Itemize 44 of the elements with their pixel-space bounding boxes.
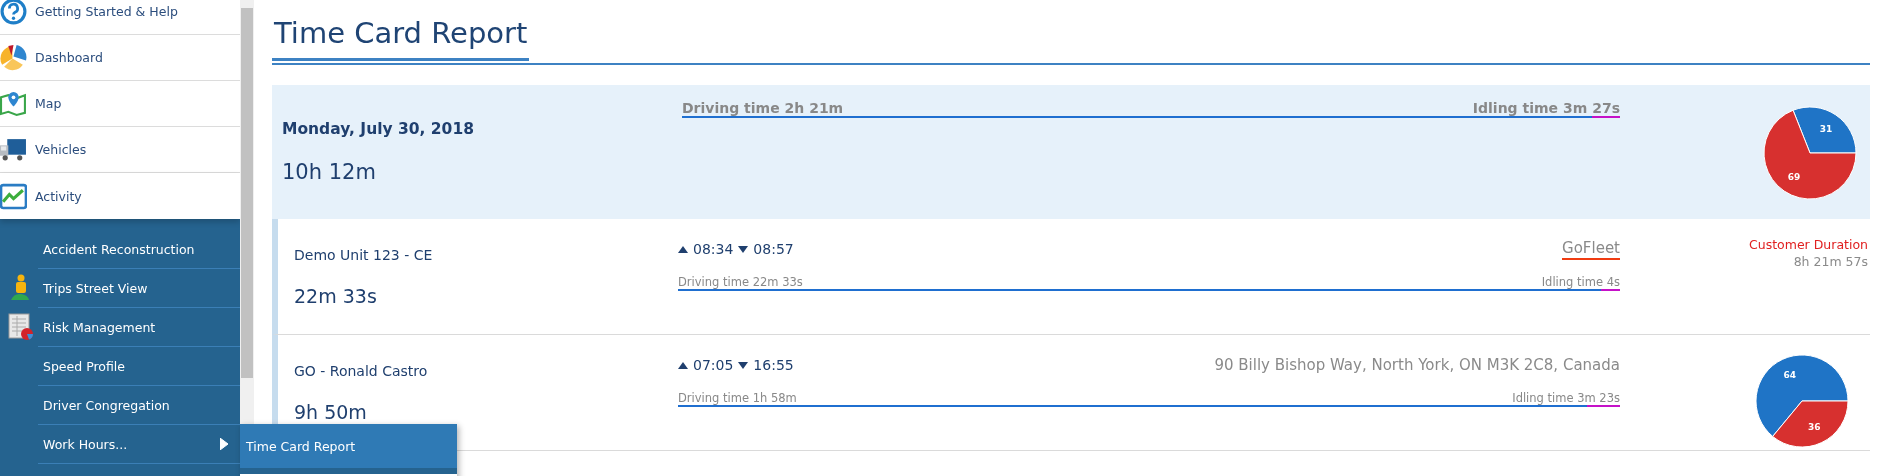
customer-duration-label: Customer Duration — [1749, 237, 1868, 252]
driver-name: GO - Ronald Castro — [294, 363, 429, 379]
idling-time: Idling time 4s — [1541, 275, 1620, 289]
sidebar-item[interactable]: Activity — [0, 173, 240, 219]
map-icon — [0, 90, 27, 117]
idling-time: Idling time 3m 27s — [1472, 100, 1620, 116]
location: 90 Billy Bishop Way, North York, ON M3K 2C8, Canada — [1214, 356, 1620, 374]
driving-time: Driving time 22m 33s — [678, 275, 803, 289]
driving-time: Driving time 2h 21m — [682, 100, 844, 116]
scrollbar-thumb[interactable] — [241, 8, 253, 378]
trip-row[interactable]: Demo Unit 123 - CE 22m 33s 08:34 08:57 GoFleet Driving time 22m 33s Idling time 4s Customer Duration 8h 21m 57s — [272, 219, 1870, 335]
end-time: 08:57 — [753, 241, 794, 257]
start-time: 08:34 — [693, 241, 734, 257]
sidebar-item[interactable]: Getting Started & Help — [0, 0, 240, 35]
trip-duration: 9h 50m — [294, 401, 368, 423]
location: GoFleet — [1562, 238, 1620, 257]
chart-icon — [0, 182, 27, 210]
menu-item[interactable]: Risk Management — [38, 308, 240, 347]
sidebar-item[interactable]: Dashboard — [0, 35, 240, 81]
end-time: 16:55 — [753, 357, 794, 373]
help-icon — [0, 0, 27, 25]
down-triangle-icon — [738, 361, 749, 369]
sidebar-item[interactable]: Map — [0, 81, 240, 127]
pie-chart-icon — [0, 44, 27, 71]
start-time: 07:05 — [693, 357, 734, 373]
data-label: 69 — [1787, 171, 1801, 182]
up-triangle-icon — [678, 361, 688, 369]
data-label: 64 — [1783, 370, 1797, 381]
truck-icon — [0, 136, 27, 163]
submenu-item[interactable]: Time Card Report — [240, 424, 457, 468]
sidebar-item[interactable]: Vehicles — [0, 127, 240, 173]
date: Monday, July 30, 2018 — [282, 120, 475, 138]
up-triangle-icon — [678, 245, 688, 253]
menu-item[interactable]: Trips Street View — [38, 269, 240, 308]
trip-duration: 22m 33s — [294, 285, 378, 307]
data-label: 31 — [1819, 124, 1833, 135]
down-triangle-icon — [738, 245, 749, 253]
idling-time: Idling time 3m 23s — [1512, 391, 1620, 405]
report-icon — [8, 313, 34, 341]
driving-time: Driving time 1h 58m — [678, 391, 797, 405]
customer-duration-value: 8h 21m 57s — [1792, 254, 1868, 269]
data-label: 36 — [1807, 421, 1821, 432]
driver-name: Demo Unit 123 - CE — [294, 247, 434, 263]
total-duration: 10h 12m — [282, 160, 377, 184]
